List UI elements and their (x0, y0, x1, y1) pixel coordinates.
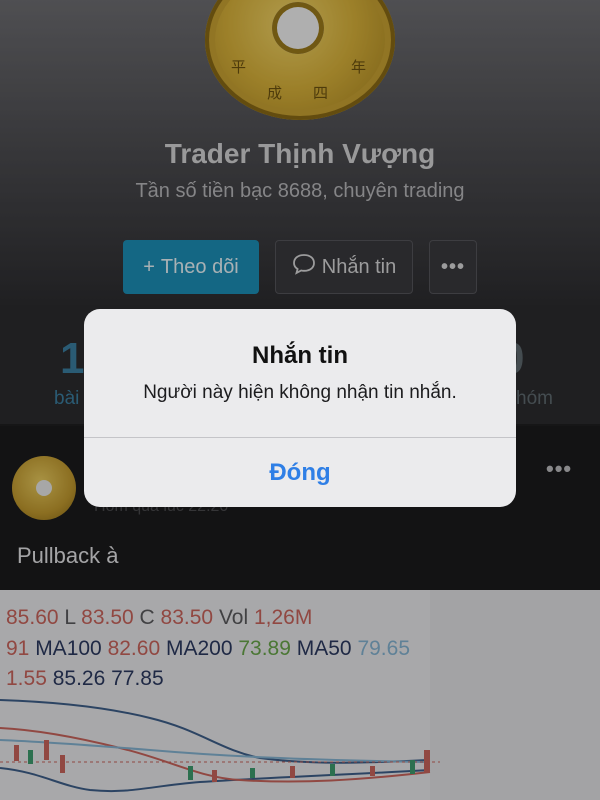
alert-dialog: Nhắn tin Người này hiện không nhận tin n… (84, 309, 516, 507)
close-button[interactable]: Đóng (84, 438, 516, 507)
alert-title: Nhắn tin (252, 342, 348, 369)
alert-message: Người này hiện không nhận tin nhắn. (143, 382, 457, 403)
